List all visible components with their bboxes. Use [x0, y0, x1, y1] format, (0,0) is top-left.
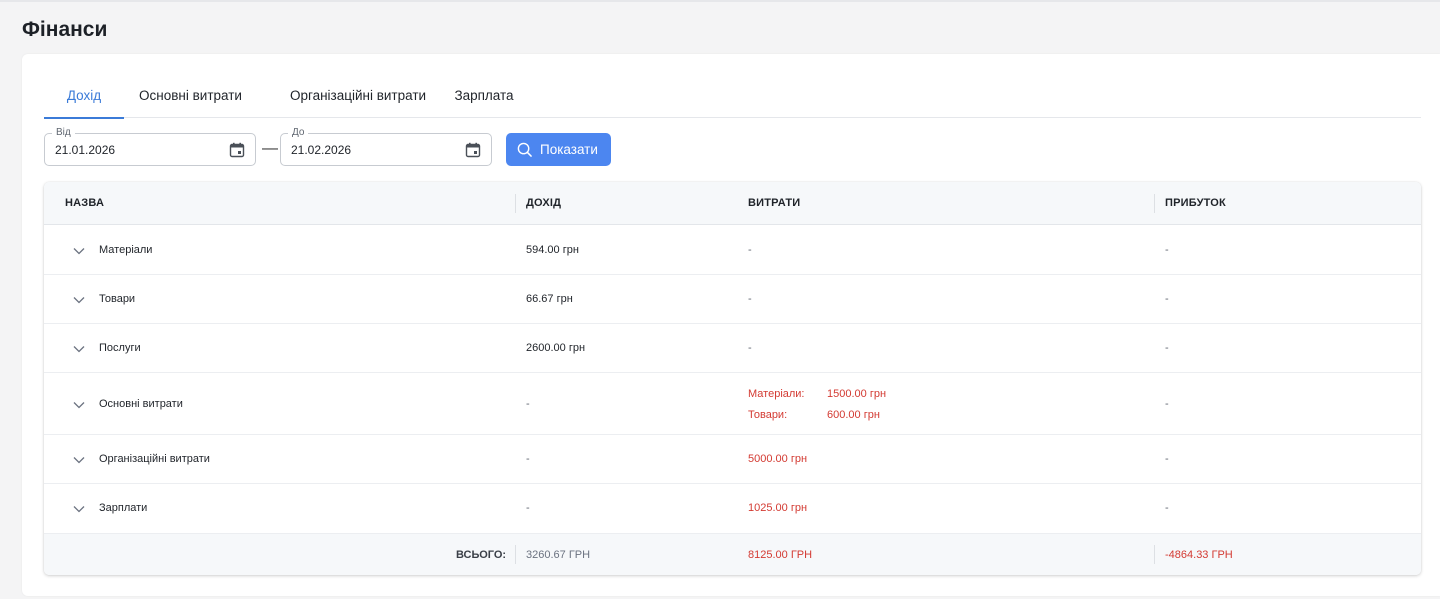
- row-name: Матеріали: [99, 244, 153, 256]
- page-title: Фінанси: [22, 18, 108, 41]
- table-row[interactable]: Зарплати - 1025.00 грн -: [44, 484, 1421, 534]
- row-expenses: -: [748, 244, 752, 256]
- header-expenses: ВИТРАТИ: [748, 197, 801, 209]
- row-profit: -: [1165, 398, 1169, 410]
- row-name: Зарплати: [99, 502, 148, 514]
- date-to-field[interactable]: До 21.02.2026: [280, 126, 492, 166]
- header-name: НАЗВА: [65, 197, 105, 209]
- table-row[interactable]: Товари 66.67 грн - -: [44, 275, 1421, 324]
- row-income: -: [526, 453, 530, 465]
- header-profit: ПРИБУТОК: [1165, 197, 1226, 209]
- row-profit: -: [1165, 244, 1169, 256]
- expense-breakdown-label: Товари:: [748, 409, 788, 421]
- row-name: Основні витрати: [99, 398, 183, 410]
- row-profit: -: [1165, 502, 1169, 514]
- chevron-down-icon[interactable]: [73, 296, 85, 304]
- expense-breakdown-value: 600.00 грн: [827, 409, 880, 421]
- date-range-separator: —: [262, 140, 278, 157]
- table-totals-row: ВСЬОГО: 3260.67 ГРН 8125.00 ГРН -4864.33…: [44, 534, 1421, 575]
- column-divider: [1154, 194, 1155, 213]
- totals-income: 3260.67 ГРН: [526, 549, 591, 561]
- table-row[interactable]: Організаційні витрати - 5000.00 грн -: [44, 435, 1421, 484]
- totals-label: ВСЬОГО:: [456, 549, 507, 561]
- finance-table: НАЗВА ДОХІД ВИТРАТИ ПРИБУТОК Матеріали 5…: [44, 182, 1421, 575]
- date-to-value: 21.02.2026: [291, 143, 352, 157]
- row-income: -: [526, 502, 530, 514]
- chevron-down-icon[interactable]: [73, 505, 85, 513]
- row-expenses: 1025.00 грн: [748, 502, 808, 514]
- finance-card: Дохід Основні витрати Організаційні витр…: [22, 54, 1440, 596]
- row-profit: -: [1165, 453, 1169, 465]
- table-row[interactable]: Матеріали 594.00 грн - -: [44, 226, 1421, 275]
- search-icon: [517, 142, 532, 157]
- header-income: ДОХІД: [526, 197, 562, 209]
- date-to-label: До: [288, 126, 309, 140]
- column-divider: [515, 545, 516, 564]
- show-button[interactable]: Показати: [506, 133, 611, 166]
- table-row[interactable]: Основні витрати - Матеріали: 1500.00 грн…: [44, 373, 1421, 435]
- totals-expenses: 8125.00 ГРН: [748, 549, 813, 561]
- totals-profit: -4864.33 ГРН: [1165, 549, 1233, 561]
- column-divider: [515, 194, 516, 213]
- expense-breakdown-label: Матеріали:: [748, 388, 805, 400]
- calendar-icon[interactable]: [465, 142, 481, 158]
- date-from-label: Від: [52, 126, 75, 140]
- show-button-label: Показати: [540, 142, 598, 157]
- tab-main-expenses[interactable]: Основні витрати: [137, 79, 244, 118]
- chevron-down-icon[interactable]: [73, 456, 85, 464]
- column-divider: [1154, 545, 1155, 564]
- tab-income[interactable]: Дохід: [44, 79, 124, 119]
- row-name: Товари: [99, 293, 136, 305]
- row-profit: -: [1165, 293, 1169, 305]
- chevron-down-icon[interactable]: [73, 247, 85, 255]
- row-profit: -: [1165, 342, 1169, 354]
- row-name: Організаційні витрати: [99, 453, 210, 465]
- row-expenses: -: [748, 342, 752, 354]
- top-divider: [0, 0, 1440, 2]
- row-expenses: 5000.00 грн: [748, 453, 808, 465]
- date-from-value: 21.01.2026: [55, 143, 116, 157]
- tab-salary[interactable]: Зарплата: [452, 79, 516, 118]
- row-income: -: [526, 398, 530, 410]
- row-income: 66.67 грн: [526, 293, 573, 305]
- chevron-down-icon[interactable]: [73, 401, 85, 409]
- row-income: 594.00 грн: [526, 244, 579, 256]
- table-header: НАЗВА ДОХІД ВИТРАТИ ПРИБУТОК: [44, 182, 1421, 225]
- tab-org-expenses[interactable]: Організаційні витрати: [288, 79, 428, 118]
- row-name: Послуги: [99, 342, 141, 354]
- row-expenses: -: [748, 293, 752, 305]
- table-row[interactable]: Послуги 2600.00 грн - -: [44, 324, 1421, 373]
- chevron-down-icon[interactable]: [73, 345, 85, 353]
- tabs-bar: Дохід Основні витрати Організаційні витр…: [44, 79, 1421, 119]
- expense-breakdown-value: 1500.00 грн: [827, 388, 887, 400]
- row-income: 2600.00 грн: [526, 342, 586, 354]
- calendar-icon[interactable]: [229, 142, 245, 158]
- date-from-field[interactable]: Від 21.01.2026: [44, 126, 256, 166]
